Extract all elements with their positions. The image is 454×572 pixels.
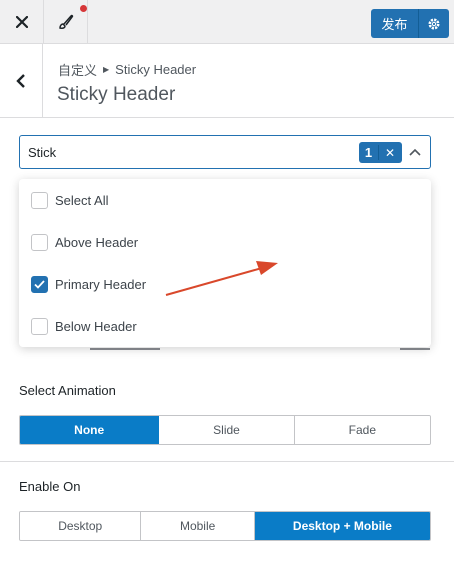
option-below-header[interactable]: Below Header — [31, 316, 137, 336]
animation-label: Select Animation — [19, 383, 116, 398]
enable-on-label: Enable On — [19, 479, 81, 494]
brush-icon — [58, 14, 73, 29]
enable-desktop-mobile-button[interactable]: Desktop + Mobile — [254, 512, 430, 540]
back-button[interactable] — [0, 44, 43, 118]
checkbox[interactable] — [31, 191, 48, 209]
select-search-input[interactable]: Stick — [28, 145, 56, 160]
option-primary-header[interactable]: Primary Header — [31, 274, 146, 294]
annotation-arrow-icon — [165, 261, 278, 296]
option-label: Primary Header — [55, 276, 147, 292]
chevron-left-icon — [16, 74, 25, 88]
option-above-header[interactable]: Above Header — [31, 232, 138, 252]
gear-icon — [428, 18, 440, 29]
animation-slide-button[interactable]: Slide — [159, 416, 295, 444]
checkbox[interactable] — [31, 233, 48, 251]
breadcrumb-separator-icon: ▶ — [103, 65, 110, 74]
animation-fade-button[interactable]: Fade — [294, 416, 430, 444]
publish-settings-button[interactable] — [419, 9, 449, 38]
obscured-control-row — [0, 346, 454, 366]
selected-count-badge: 1 ✕ — [359, 142, 402, 163]
option-label: Above Header — [55, 234, 139, 250]
clear-selection-button[interactable]: ✕ — [379, 146, 401, 160]
checkbox[interactable] — [31, 317, 48, 335]
animation-none-button[interactable]: None — [20, 416, 160, 444]
publish-button[interactable]: 发布 — [371, 9, 419, 38]
obscured-control — [400, 348, 430, 350]
check-icon — [34, 279, 45, 289]
customizer-topbar: 发布 — [0, 0, 454, 44]
enable-mobile-button[interactable]: Mobile — [141, 512, 255, 540]
enable-on-button-group: Desktop Mobile Desktop + Mobile — [19, 511, 431, 541]
section-title: Sticky Header — [57, 84, 176, 105]
breadcrumb-parent: 自定义 — [58, 63, 98, 78]
option-label: Below Header — [55, 318, 137, 334]
breadcrumb: 自定义 ▶ Sticky Header — [58, 60, 196, 79]
selected-count: 1 — [359, 145, 379, 160]
checkbox-checked[interactable] — [31, 275, 48, 293]
breadcrumb-current: Sticky Header — [115, 62, 197, 77]
option-select-all[interactable]: Select All — [31, 190, 108, 210]
close-button[interactable] — [0, 0, 44, 44]
animation-button-group: None Slide Fade — [19, 415, 431, 445]
header-multi-select[interactable]: Stick 1 ✕ — [19, 135, 431, 169]
chevron-up-icon[interactable] — [407, 145, 423, 161]
option-label: Select All — [55, 192, 109, 208]
divider — [0, 461, 454, 462]
close-icon — [15, 16, 28, 28]
notification-dot — [80, 5, 87, 12]
enable-desktop-button[interactable]: Desktop — [20, 512, 142, 540]
publish-group: 发布 — [371, 9, 449, 38]
section-header: 自定义 ▶ Sticky Header Sticky Header — [0, 44, 454, 118]
